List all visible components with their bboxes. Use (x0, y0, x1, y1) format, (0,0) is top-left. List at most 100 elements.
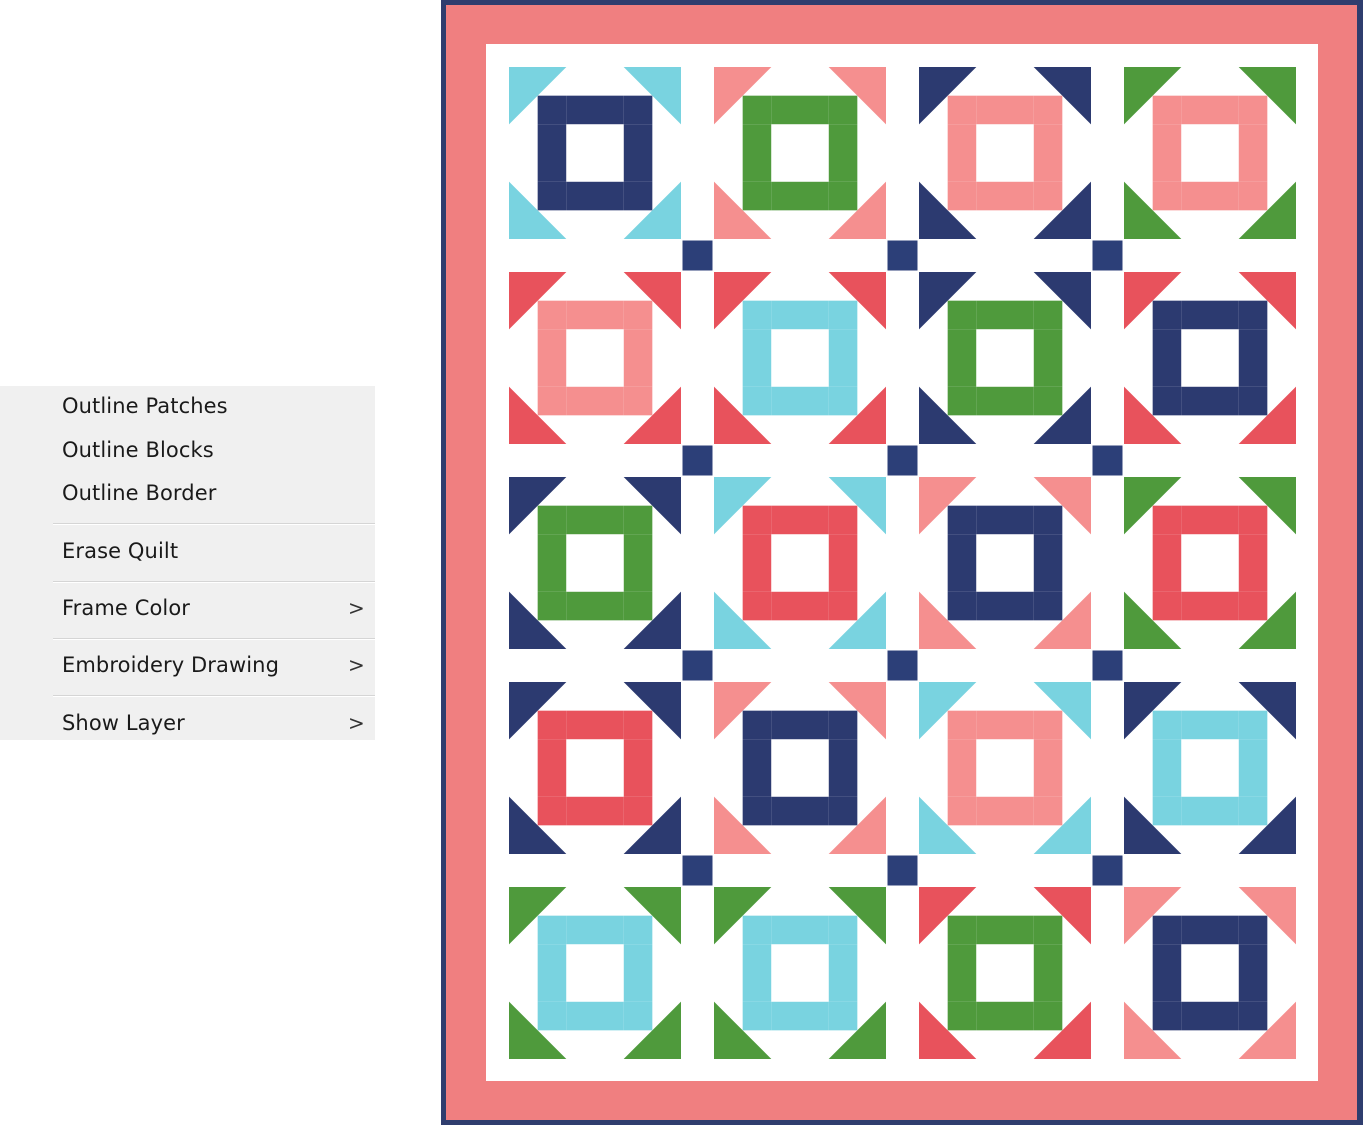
block-inner-corner (1238, 300, 1268, 330)
block-inner-corner (1033, 796, 1063, 826)
block-bar-top (566, 505, 624, 535)
quilt-canvas[interactable] (441, 0, 1363, 1125)
block-inner-corner (1238, 386, 1268, 416)
block-inner-corner (1033, 181, 1063, 211)
block-center (771, 329, 829, 387)
block-bar-right (1033, 329, 1063, 387)
block-inner-corner (947, 710, 977, 740)
block-center (976, 124, 1034, 182)
block-bar-left (1152, 534, 1182, 592)
cornerstone (682, 650, 713, 681)
block-center (771, 534, 829, 592)
block-bar-bottom (1181, 591, 1239, 621)
block-inner-corner (537, 95, 567, 125)
block-inner-corner (1238, 591, 1268, 621)
block-bar-right (828, 944, 858, 1002)
menu-item-frame-color[interactable]: Frame Color (62, 596, 190, 620)
cornerstone (887, 445, 918, 476)
block-inner-corner (1033, 915, 1063, 945)
block-inner-corner (1033, 300, 1063, 330)
block-bar-bottom (976, 591, 1034, 621)
block-bar-right (828, 124, 858, 182)
block-bar-left (742, 124, 772, 182)
block-bar-right (623, 739, 653, 797)
cornerstone (682, 240, 713, 271)
block-bar-left (742, 739, 772, 797)
block-inner-corner (828, 915, 858, 945)
block-inner-corner (1152, 181, 1182, 211)
block-bar-top (976, 915, 1034, 945)
block-inner-corner (947, 1001, 977, 1031)
block-bar-right (1033, 944, 1063, 1002)
block-inner-corner (742, 505, 772, 535)
block-inner-corner (1238, 710, 1268, 740)
menu-separator (53, 523, 375, 525)
menu-item-show-layer[interactable]: Show Layer (62, 711, 185, 735)
block-bar-top (976, 505, 1034, 535)
menu-item-outline-blocks[interactable]: Outline Blocks (62, 438, 214, 462)
block-bar-right (828, 739, 858, 797)
block-bar-top (1181, 505, 1239, 535)
block-bar-left (947, 739, 977, 797)
block-inner-corner (537, 505, 567, 535)
menu-item-embroidery-drawing[interactable]: Embroidery Drawing (62, 653, 279, 677)
block-bar-top (566, 300, 624, 330)
block-inner-corner (537, 386, 567, 416)
block-bar-right (623, 329, 653, 387)
block-inner-corner (828, 300, 858, 330)
block-bar-left (742, 329, 772, 387)
block-bar-left (537, 534, 567, 592)
block-inner-corner (1238, 181, 1268, 211)
block-bar-bottom (566, 386, 624, 416)
block-bar-bottom (1181, 386, 1239, 416)
context-menu: Outline Patches Outline Blocks Outline B… (0, 386, 375, 740)
block-bar-top (976, 95, 1034, 125)
block-bar-left (1152, 944, 1182, 1002)
menu-item-erase-quilt[interactable]: Erase Quilt (62, 539, 178, 563)
menu-item-outline-patches[interactable]: Outline Patches (62, 394, 228, 418)
block-bar-bottom (976, 386, 1034, 416)
block-bar-left (947, 944, 977, 1002)
block-inner-corner (1152, 1001, 1182, 1031)
block-bar-top (566, 95, 624, 125)
block-bar-right (623, 944, 653, 1002)
block-bar-bottom (566, 1001, 624, 1031)
block-bar-right (1033, 534, 1063, 592)
block-inner-corner (828, 796, 858, 826)
block-center (771, 739, 829, 797)
block-bar-top (771, 300, 829, 330)
block-bar-bottom (771, 796, 829, 826)
block-inner-corner (537, 591, 567, 621)
block-bar-right (1238, 944, 1268, 1002)
block-inner-corner (742, 386, 772, 416)
block-center (976, 944, 1034, 1002)
block-inner-corner (537, 1001, 567, 1031)
block-inner-corner (537, 710, 567, 740)
block-bar-bottom (771, 386, 829, 416)
block-bar-left (537, 329, 567, 387)
menu-item-outline-border[interactable]: Outline Border (62, 481, 216, 505)
block-bar-left (1152, 329, 1182, 387)
block-inner-corner (828, 181, 858, 211)
block-inner-corner (742, 796, 772, 826)
block-inner-corner (623, 591, 653, 621)
block-inner-corner (537, 796, 567, 826)
block-inner-corner (947, 591, 977, 621)
block-bar-top (771, 915, 829, 945)
block-inner-corner (537, 300, 567, 330)
block-inner-corner (828, 710, 858, 740)
chevron-right-icon: > (348, 653, 365, 677)
cornerstone (887, 240, 918, 271)
block-inner-corner (742, 300, 772, 330)
block-bar-right (1033, 124, 1063, 182)
cornerstone (1092, 240, 1123, 271)
block-bar-bottom (1181, 796, 1239, 826)
block-inner-corner (623, 796, 653, 826)
block-bar-bottom (1181, 181, 1239, 211)
block-bar-left (537, 944, 567, 1002)
cornerstone (1092, 855, 1123, 886)
block-center (1181, 534, 1239, 592)
block-bar-bottom (976, 181, 1034, 211)
cornerstone (887, 855, 918, 886)
cornerstone (1092, 445, 1123, 476)
